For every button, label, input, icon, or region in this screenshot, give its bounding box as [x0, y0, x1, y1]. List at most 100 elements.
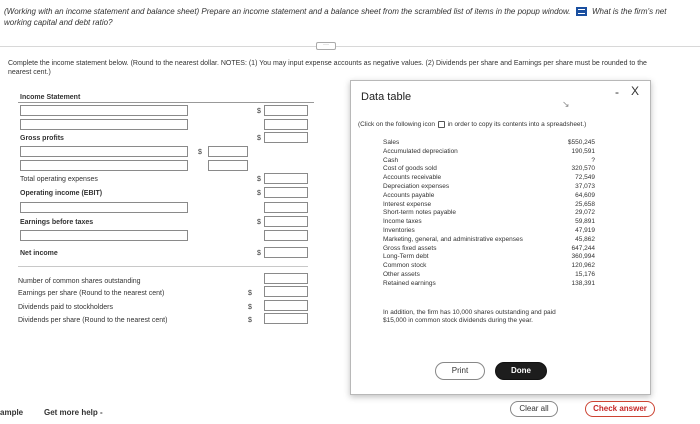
currency-symbol: $ — [257, 176, 261, 183]
data-table-row-value: 190,591 — [571, 147, 596, 155]
opex-2-label-select[interactable] — [20, 160, 188, 171]
eps-label: Earnings per share (Round to the nearest… — [18, 290, 165, 297]
clear-all-button[interactable]: Clear all — [510, 401, 558, 417]
data-table-row-label: Long-Term debt — [383, 253, 429, 261]
question-text-before: (Working with an income statement and ba… — [4, 7, 571, 16]
done-button[interactable]: Done — [495, 362, 547, 380]
get-more-help-button[interactable]: Get more help - — [44, 408, 103, 417]
currency-symbol: $ — [257, 250, 261, 257]
taxes-amount-input[interactable] — [264, 230, 308, 241]
currency-symbol: $ — [198, 149, 202, 156]
data-table-row-label: Other assets — [383, 271, 420, 278]
data-table-row: Income taxes 59,891 — [383, 218, 595, 226]
data-table-row-value: 37,073 — [575, 183, 595, 190]
data-table-row-value: 47,919 — [575, 227, 595, 234]
data-table-grid-icon[interactable] — [575, 7, 587, 17]
data-table-row-label: Interest expense — [383, 200, 432, 208]
print-button[interactable]: Print — [435, 362, 485, 380]
data-table-row: Inventories 47,919 — [383, 227, 595, 235]
shares-outstanding-label: Number of common shares outstanding — [18, 278, 141, 285]
data-table-row-label: Sales — [383, 139, 400, 146]
earnings-before-taxes-input[interactable] — [264, 216, 308, 227]
currency-symbol: $ — [257, 219, 261, 226]
data-table-row-label: Cost of goods sold — [383, 165, 437, 173]
note-line-1: In addition, the firm has 10,000 shares … — [383, 309, 556, 316]
opex-1-amount-input[interactable] — [208, 146, 248, 157]
instructions: Complete the income statement below. (Ro… — [8, 60, 647, 76]
cogs-label-select[interactable] — [20, 119, 188, 130]
data-table-modal: Data table - X ↘ (Click on the following… — [350, 80, 651, 395]
data-table-row-label: Cash — [383, 156, 399, 164]
sales-label-select[interactable] — [20, 105, 188, 116]
section-divider — [18, 266, 308, 267]
copy-note-after: in order to copy its contents into a spr… — [447, 121, 587, 129]
operating-income-input[interactable] — [264, 187, 308, 198]
copy-icon[interactable] — [437, 121, 445, 128]
check-answer-button[interactable]: Check answer — [585, 401, 655, 417]
data-table-row-label: Income taxes — [383, 218, 422, 226]
dividends-paid-input[interactable] — [264, 300, 308, 311]
interest-amount-input[interactable] — [264, 202, 308, 213]
data-table-row: Short-term notes payable 29,072 — [383, 209, 595, 217]
copy-note-before: (Click on the following icon — [358, 121, 435, 129]
sales-amount-input[interactable] — [264, 105, 308, 116]
currency-symbol: $ — [257, 108, 261, 115]
note-line-2: $15,000 in common stock dividends during… — [383, 317, 533, 324]
close-icon[interactable]: X — [631, 84, 639, 98]
data-table-row-value: 29,072 — [575, 209, 595, 217]
gross-profits-label: Gross profits — [20, 135, 64, 142]
copy-note: (Click on the following icon in order to… — [358, 121, 586, 128]
opex-2-amount-input[interactable] — [208, 160, 248, 171]
data-table-row: Common stock 120,962 — [383, 262, 595, 270]
total-operating-expenses-label: Total operating expenses — [20, 176, 98, 183]
data-table-row: Cash? — [383, 157, 595, 165]
currency-symbol: $ — [257, 135, 261, 142]
data-table-row-value: 25,658 — [575, 200, 595, 208]
data-table-row-label: Accumulated depreciation — [383, 147, 458, 155]
income-statement-title: Income Statement — [20, 94, 81, 101]
data-table-row: Depreciation expenses 37,073 — [383, 183, 595, 191]
data-table-row-label: Accounts receivable — [383, 174, 442, 182]
footer-left-text: ample — [0, 408, 24, 417]
currency-symbol: $ — [248, 317, 252, 324]
eps-input[interactable] — [264, 286, 308, 297]
interest-label-select[interactable] — [20, 202, 188, 213]
data-table-row-label: Marketing, general, and administrative e… — [383, 235, 523, 243]
minimize-icon[interactable]: - — [615, 85, 619, 99]
cogs-amount-input[interactable] — [264, 119, 308, 130]
opex-1-label-select[interactable] — [20, 146, 188, 157]
data-table-row-value: 120,962 — [571, 262, 596, 270]
income-statement-divider — [18, 102, 314, 103]
currency-symbol: $ — [248, 290, 252, 297]
total-operating-expenses-input[interactable] — [264, 173, 308, 184]
data-table-row-label: Retained earnings — [383, 279, 436, 287]
data-table-row: Accounts receivable 72,549 — [383, 174, 595, 182]
operating-income-label: Operating income (EBIT) — [20, 190, 103, 197]
gross-profits-input[interactable] — [264, 132, 308, 143]
shares-outstanding-input[interactable] — [264, 273, 308, 284]
data-table-row-value: 320,570 — [571, 165, 596, 173]
data-table-row: Accumulated depreciation 190,591 — [383, 148, 595, 156]
data-table-row-value: 59,891 — [575, 218, 595, 226]
data-table-row-value: 15,176 — [575, 271, 595, 278]
data-table-row-label: Accounts payable — [383, 191, 435, 199]
net-income-input[interactable] — [264, 247, 308, 258]
data-table-row: Accounts payable 64,609 — [383, 192, 595, 200]
data-table-row-value: ? — [591, 156, 595, 164]
net-income-label: Net income — [20, 250, 58, 257]
data-table-row-label: Short-term notes payable — [383, 209, 456, 217]
taxes-label-select[interactable] — [20, 230, 188, 241]
dps-input[interactable] — [264, 313, 308, 324]
data-table-row-value: 45,862 — [575, 235, 595, 243]
data-table-row-value: 360,994 — [571, 253, 596, 261]
question-text: (Working with an income statement and ba… — [4, 6, 674, 28]
data-table-row-value: 72,549 — [575, 174, 595, 182]
expand-toggle-button[interactable]: ··· — [316, 42, 336, 50]
data-table-row: Marketing, general, and administrative e… — [383, 236, 595, 244]
data-table-row-label: Common stock — [383, 262, 427, 270]
data-table-row-value: 64,609 — [575, 191, 595, 199]
divider — [0, 46, 700, 47]
dps-label: Dividends per share (Round to the neares… — [18, 317, 168, 324]
data-table-row-value: 138,391 — [571, 279, 596, 287]
dividends-paid-label: Dividends paid to stockholders — [18, 304, 113, 311]
